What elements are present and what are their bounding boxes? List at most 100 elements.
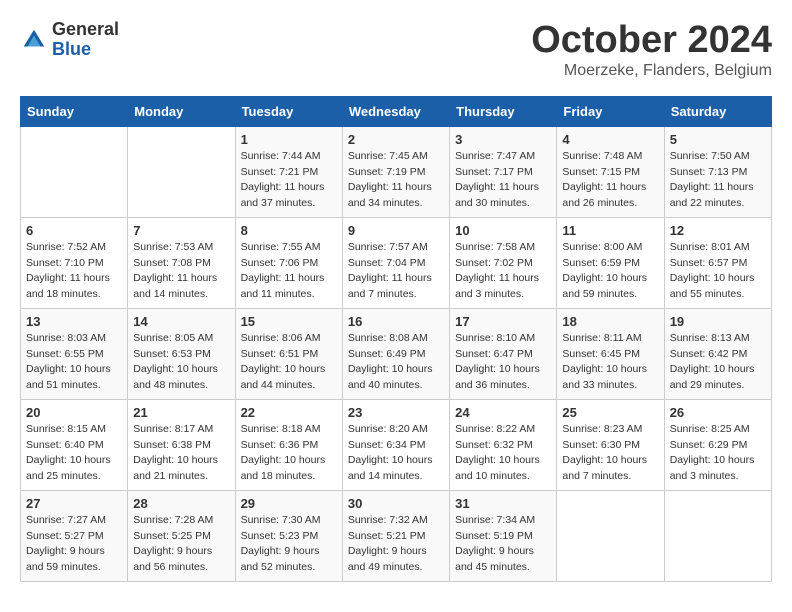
calendar-week-row: 27 Sunrise: 7:27 AMSunset: 5:27 PMDayligh…	[21, 490, 772, 581]
day-of-week-header: Wednesday	[342, 96, 449, 126]
day-number: 10	[455, 223, 551, 238]
day-info: Sunrise: 8:08 AMSunset: 6:49 PMDaylight:…	[348, 331, 444, 394]
day-info: Sunrise: 8:13 AMSunset: 6:42 PMDaylight:…	[670, 331, 766, 394]
day-number: 28	[133, 496, 229, 511]
logo-blue-text: Blue	[52, 40, 119, 60]
day-number: 8	[241, 223, 337, 238]
calendar-week-row: 1 Sunrise: 7:44 AMSunset: 7:21 PMDaylight…	[21, 126, 772, 217]
day-info: Sunrise: 7:47 AMSunset: 7:17 PMDaylight:…	[455, 149, 551, 212]
day-number: 29	[241, 496, 337, 511]
calendar-cell: 6 Sunrise: 7:52 AMSunset: 7:10 PMDaylight…	[21, 217, 128, 308]
day-number: 22	[241, 405, 337, 420]
day-number: 1	[241, 132, 337, 147]
day-info: Sunrise: 7:50 AMSunset: 7:13 PMDaylight:…	[670, 149, 766, 212]
logo-text: General Blue	[52, 20, 119, 60]
day-number: 9	[348, 223, 444, 238]
calendar-week-row: 13 Sunrise: 8:03 AMSunset: 6:55 PMDayligh…	[21, 308, 772, 399]
day-of-week-header: Friday	[557, 96, 664, 126]
calendar-cell	[21, 126, 128, 217]
day-info: Sunrise: 8:03 AMSunset: 6:55 PMDaylight:…	[26, 331, 122, 394]
calendar-cell: 12Sunrise: 8:01 AMSunset: 6:57 PMDayligh…	[664, 217, 771, 308]
day-info: Sunrise: 8:06 AMSunset: 6:51 PMDaylight:…	[241, 331, 337, 394]
day-number: 26	[670, 405, 766, 420]
day-info: Sunrise: 8:00 AMSunset: 6:59 PMDaylight:…	[562, 240, 658, 303]
day-info: Sunrise: 7:30 AMSunset: 5:23 PMDaylight:…	[241, 513, 337, 576]
day-info: Sunrise: 8:10 AMSunset: 6:47 PMDaylight:…	[455, 331, 551, 394]
calendar-cell: 31Sunrise: 7:34 AMSunset: 5:19 PMDayligh…	[450, 490, 557, 581]
day-number: 6	[26, 223, 122, 238]
day-number: 21	[133, 405, 229, 420]
day-info: Sunrise: 7:32 AMSunset: 5:21 PMDaylight:…	[348, 513, 444, 576]
day-info: Sunrise: 7:55 AMSunset: 7:06 PMDaylight:…	[241, 240, 337, 303]
day-info: Sunrise: 8:11 AMSunset: 6:45 PMDaylight:…	[562, 331, 658, 394]
day-of-week-header: Sunday	[21, 96, 128, 126]
day-info: Sunrise: 7:53 AMSunset: 7:08 PMDaylight:…	[133, 240, 229, 303]
day-info: Sunrise: 8:01 AMSunset: 6:57 PMDaylight:…	[670, 240, 766, 303]
calendar-cell: 16 Sunrise: 8:08 AMSunset: 6:49 PMDayligh…	[342, 308, 449, 399]
day-of-week-header: Thursday	[450, 96, 557, 126]
calendar-cell: 8 Sunrise: 7:55 AMSunset: 7:06 PMDaylight…	[235, 217, 342, 308]
calendar-table: SundayMondayTuesdayWednesdayThursdayFrid…	[20, 96, 772, 582]
calendar-cell: 21Sunrise: 8:17 AMSunset: 6:38 PMDayligh…	[128, 399, 235, 490]
day-of-week-header: Saturday	[664, 96, 771, 126]
logo-general-text: General	[52, 20, 119, 40]
day-info: Sunrise: 7:48 AMSunset: 7:15 PMDaylight:…	[562, 149, 658, 212]
location: Moerzeke, Flanders, Belgium	[531, 62, 772, 80]
day-number: 18	[562, 314, 658, 329]
calendar-cell: 5Sunrise: 7:50 AMSunset: 7:13 PMDaylight…	[664, 126, 771, 217]
day-info: Sunrise: 8:25 AMSunset: 6:29 PMDaylight:…	[670, 422, 766, 485]
day-number: 24	[455, 405, 551, 420]
day-info: Sunrise: 7:27 AMSunset: 5:27 PMDaylight:…	[26, 513, 122, 576]
calendar-cell	[664, 490, 771, 581]
day-number: 14	[133, 314, 229, 329]
day-info: Sunrise: 8:22 AMSunset: 6:32 PMDaylight:…	[455, 422, 551, 485]
calendar-cell: 25Sunrise: 8:23 AMSunset: 6:30 PMDayligh…	[557, 399, 664, 490]
calendar-cell: 13 Sunrise: 8:03 AMSunset: 6:55 PMDayligh…	[21, 308, 128, 399]
day-number: 25	[562, 405, 658, 420]
day-of-week-header: Monday	[128, 96, 235, 126]
day-number: 17	[455, 314, 551, 329]
day-number: 4	[562, 132, 658, 147]
day-info: Sunrise: 7:57 AMSunset: 7:04 PMDaylight:…	[348, 240, 444, 303]
calendar-cell: 2Sunrise: 7:45 AMSunset: 7:19 PMDaylight…	[342, 126, 449, 217]
calendar-cell: 15 Sunrise: 8:06 AMSunset: 6:51 PMDayligh…	[235, 308, 342, 399]
calendar-cell	[557, 490, 664, 581]
calendar-cell: 20 Sunrise: 8:15 AMSunset: 6:40 PMDayligh…	[21, 399, 128, 490]
calendar-cell: 18 Sunrise: 8:11 AMSunset: 6:45 PMDayligh…	[557, 308, 664, 399]
day-info: Sunrise: 7:52 AMSunset: 7:10 PMDaylight:…	[26, 240, 122, 303]
day-number: 23	[348, 405, 444, 420]
day-number: 20	[26, 405, 122, 420]
day-number: 27	[26, 496, 122, 511]
calendar-cell: 4 Sunrise: 7:48 AMSunset: 7:15 PMDaylight…	[557, 126, 664, 217]
calendar-cell: 27 Sunrise: 7:27 AMSunset: 5:27 PMDayligh…	[21, 490, 128, 581]
calendar-cell: 23 Sunrise: 8:20 AMSunset: 6:34 PMDayligh…	[342, 399, 449, 490]
calendar-cell: 30 Sunrise: 7:32 AMSunset: 5:21 PMDayligh…	[342, 490, 449, 581]
day-number: 16	[348, 314, 444, 329]
day-info: Sunrise: 8:15 AMSunset: 6:40 PMDaylight:…	[26, 422, 122, 485]
calendar-cell: 17 Sunrise: 8:10 AMSunset: 6:47 PMDayligh…	[450, 308, 557, 399]
day-info: Sunrise: 7:44 AMSunset: 7:21 PMDaylight:…	[241, 149, 337, 212]
calendar-cell: 7 Sunrise: 7:53 AMSunset: 7:08 PMDaylight…	[128, 217, 235, 308]
day-number: 13	[26, 314, 122, 329]
calendar-cell: 26 Sunrise: 8:25 AMSunset: 6:29 PMDayligh…	[664, 399, 771, 490]
day-number: 31	[455, 496, 551, 511]
day-of-week-header: Tuesday	[235, 96, 342, 126]
calendar-cell: 22 Sunrise: 8:18 AMSunset: 6:36 PMDayligh…	[235, 399, 342, 490]
day-number: 30	[348, 496, 444, 511]
day-info: Sunrise: 7:45 AMSunset: 7:19 PMDaylight:…	[348, 149, 444, 212]
calendar-week-row: 6 Sunrise: 7:52 AMSunset: 7:10 PMDaylight…	[21, 217, 772, 308]
calendar-header-row: SundayMondayTuesdayWednesdayThursdayFrid…	[21, 96, 772, 126]
logo: General Blue	[20, 20, 119, 60]
day-number: 15	[241, 314, 337, 329]
month-title: October 2024	[531, 20, 772, 62]
day-number: 7	[133, 223, 229, 238]
day-info: Sunrise: 8:18 AMSunset: 6:36 PMDaylight:…	[241, 422, 337, 485]
calendar-cell: 19 Sunrise: 8:13 AMSunset: 6:42 PMDayligh…	[664, 308, 771, 399]
calendar-cell	[128, 126, 235, 217]
day-info: Sunrise: 8:20 AMSunset: 6:34 PMDaylight:…	[348, 422, 444, 485]
calendar-cell: 28Sunrise: 7:28 AMSunset: 5:25 PMDayligh…	[128, 490, 235, 581]
calendar-cell: 29 Sunrise: 7:30 AMSunset: 5:23 PMDayligh…	[235, 490, 342, 581]
calendar-cell: 24 Sunrise: 8:22 AMSunset: 6:32 PMDayligh…	[450, 399, 557, 490]
day-number: 19	[670, 314, 766, 329]
day-info: Sunrise: 7:58 AMSunset: 7:02 PMDaylight:…	[455, 240, 551, 303]
